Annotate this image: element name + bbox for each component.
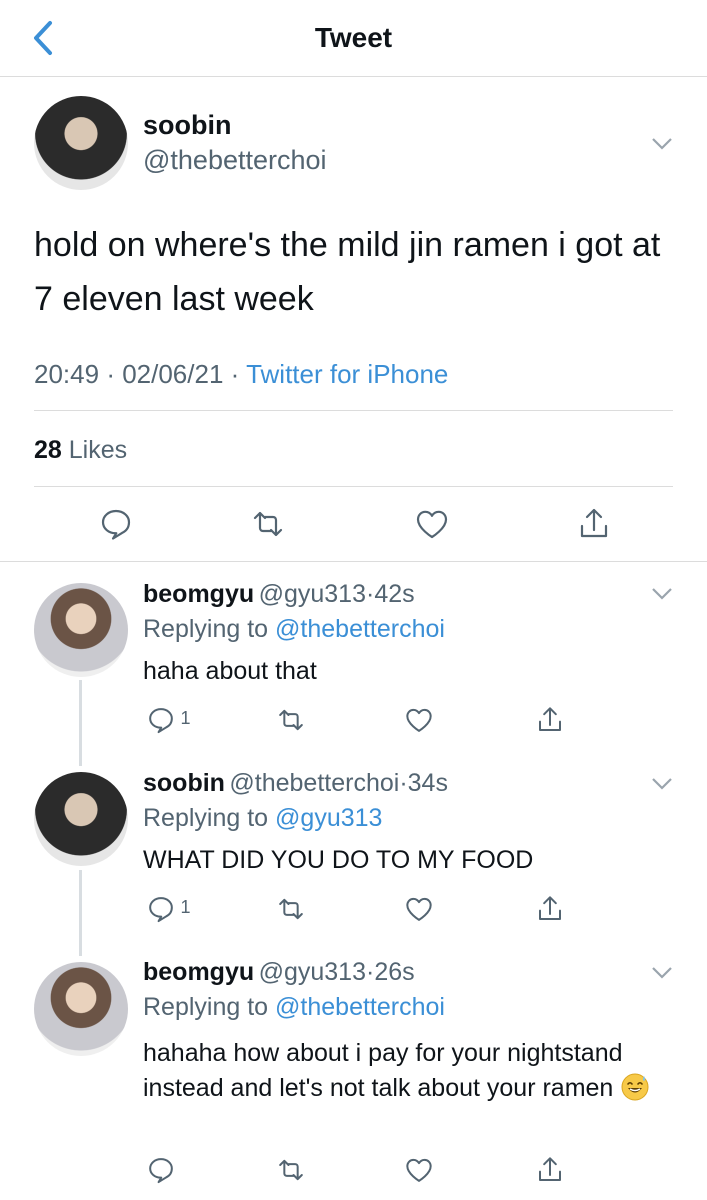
author-handle[interactable]: @thebetterchoi — [143, 145, 327, 176]
reply-avatar[interactable] — [34, 583, 128, 677]
tweet-text: hold on where's the mild jin ramen i got… — [34, 226, 661, 318]
like-heart-icon[interactable] — [404, 894, 434, 924]
likes-stat[interactable]: 28 Likes — [34, 432, 127, 468]
chevron-down-icon[interactable] — [651, 587, 673, 601]
sweat-smile-emoji-icon — [621, 1073, 649, 1101]
reply-avatar[interactable] — [34, 962, 128, 1056]
reply-author-name[interactable]: beomgyu — [143, 580, 254, 608]
reply-icon[interactable] — [146, 1155, 176, 1185]
reply-age: 42s — [374, 580, 415, 608]
divider — [0, 561, 707, 562]
divider — [34, 410, 673, 411]
retweet-icon[interactable] — [250, 506, 286, 542]
reply-text-block: hahaha how about i pay for your nightsta… — [143, 1036, 683, 1106]
like-heart-icon[interactable] — [404, 705, 434, 735]
reply-count: 1 — [180, 897, 191, 918]
share-icon[interactable] — [535, 894, 565, 924]
chevron-down-icon[interactable] — [651, 966, 673, 980]
reply-header: beomgyu @gyu313·26s — [143, 958, 415, 987]
tweet-meta: 20:49 · 02/06/21 · Twitter for iPhone — [34, 356, 448, 392]
reply-author-handle[interactable]: @thebetterchoi — [229, 769, 399, 797]
top-bar: Tweet — [0, 0, 707, 77]
replying-to-handle-link[interactable]: @thebetterchoi — [275, 615, 445, 643]
reply-author-name[interactable]: beomgyu — [143, 958, 254, 986]
meta-separator: · — [106, 359, 123, 389]
share-icon[interactable] — [535, 1155, 565, 1185]
meta-separator: · — [230, 359, 247, 389]
avatar[interactable] — [34, 96, 128, 190]
tweet-date: 02/06/21 — [122, 359, 224, 389]
tweet-time: 20:49 — [34, 359, 100, 389]
reply-author-name[interactable]: soobin — [143, 769, 225, 797]
likes-label: Likes — [68, 436, 128, 464]
retweet-icon[interactable] — [276, 1155, 306, 1185]
reply-age: 26s — [374, 958, 415, 986]
like-heart-icon[interactable] — [404, 1155, 434, 1185]
replying-to: Replying to @thebetterchoi — [143, 615, 445, 644]
reply-header: beomgyu @gyu313·42s — [143, 580, 415, 609]
thread-line — [79, 680, 82, 766]
reply-icon[interactable] — [146, 705, 176, 735]
reply-author-handle[interactable]: @gyu313 — [259, 580, 366, 608]
retweet-icon[interactable] — [276, 705, 306, 735]
divider — [34, 486, 673, 487]
reply-icon[interactable] — [146, 894, 176, 924]
reply-icon[interactable] — [98, 506, 134, 542]
reply-text: WHAT DID YOU DO TO MY FOOD — [143, 846, 534, 874]
replying-to-label: Replying to — [143, 615, 269, 643]
replying-to-handle-link[interactable]: @gyu313 — [275, 804, 382, 832]
reply-avatar[interactable] — [34, 772, 128, 866]
share-icon[interactable] — [535, 705, 565, 735]
author-name[interactable]: soobin — [143, 110, 232, 141]
chevron-down-icon[interactable] — [651, 777, 673, 791]
reply-header: soobin @thebetterchoi·34s — [143, 769, 448, 798]
reply-author-handle[interactable]: @gyu313 — [259, 958, 366, 986]
replying-to: Replying to @thebetterchoi — [143, 993, 445, 1022]
reply-text: hahaha how about i pay for your nightsta… — [143, 1039, 623, 1102]
reply-action-group[interactable]: 1 — [146, 705, 190, 735]
thread-line — [79, 870, 82, 956]
likes-count: 28 — [34, 436, 62, 464]
reply-age: 34s — [407, 769, 448, 797]
reply-action-group[interactable]: 1 — [146, 894, 190, 924]
replying-to-label: Replying to — [143, 993, 269, 1021]
reply-text: haha about that — [143, 657, 317, 685]
reply-count: 1 — [180, 708, 191, 729]
page-title: Tweet — [314, 22, 393, 53]
age-separator: · — [399, 769, 408, 797]
like-heart-icon[interactable] — [414, 506, 450, 542]
retweet-icon[interactable] — [276, 894, 306, 924]
replying-to-handle-link[interactable]: @thebetterchoi — [275, 993, 445, 1021]
replying-to-label: Replying to — [143, 804, 269, 832]
tweet-source-link[interactable]: Twitter for iPhone — [246, 359, 448, 389]
chevron-down-icon[interactable] — [651, 137, 673, 151]
replying-to: Replying to @gyu313 — [143, 804, 382, 833]
share-icon[interactable] — [576, 506, 612, 542]
